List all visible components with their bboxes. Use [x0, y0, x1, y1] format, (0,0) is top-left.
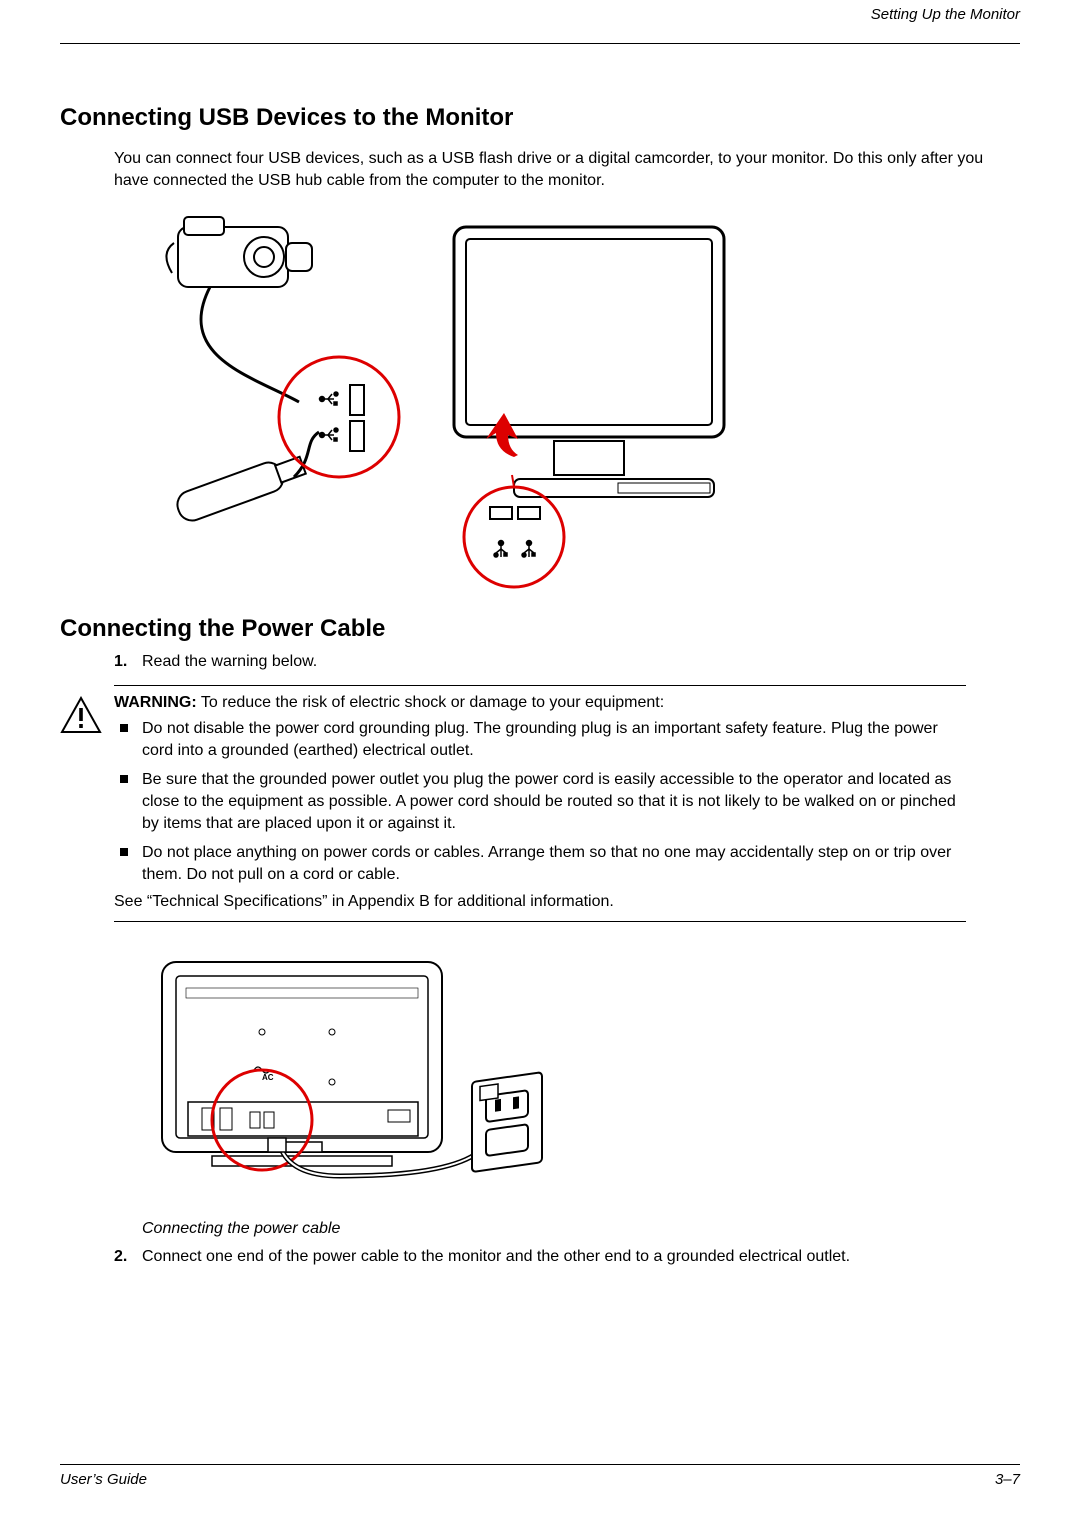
footer-right: 3–7 [995, 1471, 1020, 1488]
warning-bullet-3: Do not place anything on power cords or … [142, 842, 966, 885]
step-2-number: 2. [114, 1248, 142, 1266]
section-heading-usb: Connecting USB Devices to the Monitor [60, 104, 1020, 132]
step-2: 2.Connect one end of the power cable to … [114, 1248, 1020, 1266]
running-head: Setting Up the Monitor [60, 6, 1020, 23]
warning-bullet-1: Do not disable the power cord grounding … [142, 718, 966, 761]
step-list-2: 2.Connect one end of the power cable to … [114, 1248, 1020, 1266]
figure-power-cable: AC [142, 952, 1020, 1212]
warning-label: WARNING: [114, 694, 197, 711]
section-intro-usb: You can connect four USB devices, such a… [114, 148, 1010, 191]
footer-left: User’s Guide [60, 1471, 147, 1488]
warning-block: WARNING: To reduce the risk of electric … [114, 685, 966, 922]
warning-bullet-2: Be sure that the grounded power outlet y… [142, 769, 966, 834]
header-rule [60, 43, 1020, 44]
step-2-text: Connect one end of the power cable to th… [142, 1248, 850, 1265]
warning-icon [60, 696, 102, 739]
step-1-text: Read the warning below. [142, 653, 317, 670]
section-heading-power: Connecting the Power Cable [60, 615, 1020, 643]
figure-usb-devices [114, 207, 1020, 597]
step-1-number: 1. [114, 653, 142, 671]
warning-intro-text: To reduce the risk of electric shock or … [197, 694, 665, 711]
warning-bullets: Do not disable the power cord grounding … [114, 718, 966, 885]
step-list: 1.Read the warning below. [114, 653, 1020, 671]
warning-intro: WARNING: To reduce the risk of electric … [114, 694, 966, 712]
svg-text:AC: AC [262, 1073, 274, 1082]
figure-caption-power: Connecting the power cable [142, 1220, 1020, 1238]
see-note: See “Technical Specifications” in Append… [114, 893, 966, 911]
page-footer: User’s Guide 3–7 [60, 1464, 1020, 1488]
step-1: 1.Read the warning below. [114, 653, 1020, 671]
